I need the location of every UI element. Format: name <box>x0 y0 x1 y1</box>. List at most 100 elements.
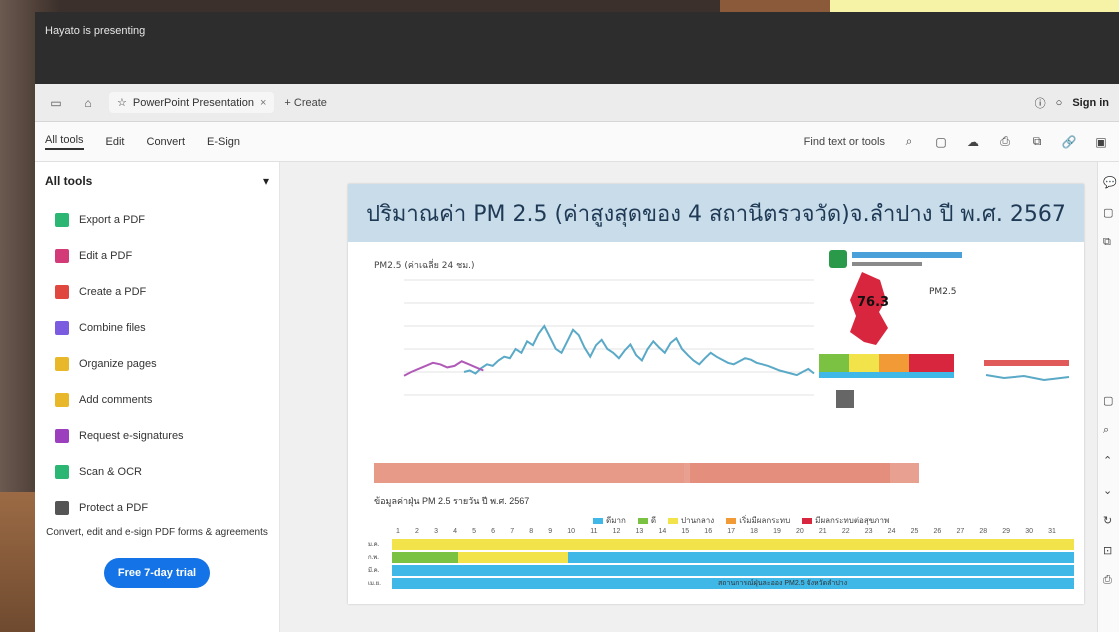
map-logo <box>829 250 847 268</box>
content: All tools ▾ Export a PDF Edit a PDF Create… <box>35 162 1119 632</box>
day-label: 16 <box>704 528 713 535</box>
find-tools-input[interactable]: Find text or tools <box>804 136 885 148</box>
tab-esign[interactable]: E-Sign <box>207 136 240 148</box>
down-icon[interactable]: ⌄ <box>1103 484 1115 497</box>
comment-icon[interactable]: 💬 <box>1103 176 1117 189</box>
cloud-upload-icon[interactable]: ☁ <box>965 134 981 150</box>
sign-in-button[interactable]: Sign in <box>1072 97 1109 109</box>
legend-item: มีผลกระทบต่อสุขภาพ <box>802 514 889 527</box>
threshold-strip <box>374 463 919 483</box>
sidebar-title: All tools <box>45 174 93 188</box>
tab-edit[interactable]: Edit <box>106 136 125 148</box>
presenting-bar: Hayato is presenting <box>35 12 1119 84</box>
heatmap-row: ก.พ. <box>368 552 1074 563</box>
sidebar-item-create-pdf[interactable]: Create a PDF <box>45 274 269 310</box>
tab-all-tools[interactable]: All tools <box>45 134 84 150</box>
day-label: 21 <box>818 528 827 535</box>
day-label: 12 <box>612 528 621 535</box>
sidebar-item-label: Add comments <box>79 394 153 406</box>
day-label: 31 <box>1048 528 1056 535</box>
day-label: 28 <box>979 528 988 535</box>
legend-label: เริ่มมีผลกระทบ <box>739 516 791 525</box>
sidebar-item-scan-ocr[interactable]: Scan & OCR <box>45 454 269 490</box>
sidebar-item-label: Combine files <box>79 322 146 334</box>
new-tab-button[interactable]: + Create <box>284 97 327 109</box>
print-icon[interactable]: ⎙ <box>997 134 1013 150</box>
legend-swatch <box>802 517 813 524</box>
document-area: ปริมาณค่า PM 2.5 (ค่าสูงสุดของ 4 สถานีตร… <box>280 162 1097 632</box>
search-icon[interactable]: ⌕ <box>901 134 917 150</box>
threshold-strip-left <box>374 463 684 483</box>
up-icon[interactable]: ⌃ <box>1103 454 1115 467</box>
rotate-icon[interactable]: ↻ <box>1103 514 1115 527</box>
day-label: 1 <box>396 528 400 535</box>
series-line-0 <box>463 324 815 377</box>
day-label: 19 <box>773 528 781 535</box>
table-title: ข้อมูลค่าฝุ่น PM 2.5 รายวัน ปี พ.ศ. 2567 <box>374 496 530 506</box>
zoom-icon[interactable]: ⌕ <box>1103 424 1115 436</box>
page-nav-icon[interactable]: ▢ <box>1103 394 1115 407</box>
tab-convert[interactable]: Convert <box>147 136 186 148</box>
page-icon[interactable]: ▢ <box>933 134 949 150</box>
day-label: 17 <box>727 528 736 535</box>
notification-icon[interactable]: ○ <box>1056 97 1063 109</box>
day-label: 27 <box>956 528 965 535</box>
day-label: 5 <box>472 528 477 535</box>
sidebar-item-organize-pages[interactable]: Organize pages <box>45 346 269 382</box>
sidebar-item-add-comments[interactable]: Add comments <box>45 382 269 418</box>
sidebar-item-protect-pdf[interactable]: Protect a PDF <box>45 490 269 526</box>
heatmap-cell-block <box>392 552 458 563</box>
browser-tab[interactable]: ☆ PowerPoint Presentation × <box>109 92 275 113</box>
print-rail-icon[interactable]: ⎙ <box>1103 574 1115 586</box>
day-label: 15 <box>681 528 690 535</box>
tab-close-icon[interactable]: × <box>260 97 266 109</box>
qr-code <box>836 390 854 408</box>
scale-unhealthy <box>909 354 954 372</box>
fit-page-icon[interactable]: ⊡ <box>1103 544 1115 557</box>
legend-swatch <box>726 517 737 524</box>
copy-icon[interactable]: ⧉ <box>1029 134 1045 150</box>
map-header-bar-2 <box>852 262 922 266</box>
slide-title: ปริมาณค่า PM 2.5 (ค่าสูงสุดของ 4 สถานีตร… <box>348 184 1084 242</box>
star-icon: ☆ <box>117 97 127 109</box>
sidebar-item-combine-files[interactable]: Combine files <box>45 310 269 346</box>
sidebar-toggle-icon[interactable]: ▭ <box>45 94 67 112</box>
bookmark-icon[interactable]: ▢ <box>1103 206 1115 219</box>
sidebar-item-edit-pdf[interactable]: Edit a PDF <box>45 238 269 274</box>
promo-text: Convert, edit and e-sign PDF forms & agr… <box>46 527 268 538</box>
map-label: PM2.5 <box>929 287 957 297</box>
chart-grid <box>404 279 814 396</box>
link-icon[interactable]: 🔗 <box>1061 134 1077 150</box>
save-icon[interactable]: ▣ <box>1093 134 1109 150</box>
day-label: 25 <box>910 528 919 535</box>
sidebar-promo: Convert, edit and e-sign PDF forms & agr… <box>45 526 269 588</box>
heatmap-cell-block <box>458 552 568 563</box>
browser-bar: ▭ ⌂ ☆ PowerPoint Presentation × + Create… <box>35 84 1119 122</box>
legend-swatch <box>637 517 648 524</box>
edit-pdf-icon <box>55 249 69 263</box>
day-label: 3 <box>434 528 438 535</box>
protect-pdf-icon <box>55 501 69 515</box>
legend-label: ปานกลาง <box>681 516 715 525</box>
create-pdf-icon <box>55 285 69 299</box>
heatmap-row-label: ก.พ. <box>368 555 379 561</box>
tab-title: PowerPoint Presentation <box>132 96 254 109</box>
home-icon[interactable]: ⌂ <box>77 94 99 112</box>
attachment-icon[interactable]: ⧉ <box>1103 236 1115 248</box>
threshold-strip-right <box>690 463 890 483</box>
collapse-icon[interactable]: ▾ <box>263 174 269 188</box>
sidebar-item-export-pdf[interactable]: Export a PDF <box>45 202 269 238</box>
legend-label: ดี <box>650 516 657 525</box>
day-label: 8 <box>529 528 534 535</box>
free-trial-button[interactable]: Free 7-day trial <box>103 558 211 588</box>
sidebar-item-label: Create a PDF <box>79 286 147 298</box>
sidebar-item-request-esign[interactable]: Request e-signatures <box>45 418 269 454</box>
sidebar-item-label: Export a PDF <box>79 214 146 226</box>
day-label: 9 <box>548 528 553 535</box>
range-band <box>984 360 1069 366</box>
chart-subtitle: PM2.5 (ค่าเฉลี่ย 24 ชม.) <box>374 258 475 271</box>
help-icon[interactable]: ⓘ <box>1035 95 1046 111</box>
heatmap-row: มี.ค. <box>368 565 1074 576</box>
day-label: 6 <box>491 528 496 535</box>
add-comments-icon <box>55 393 69 407</box>
